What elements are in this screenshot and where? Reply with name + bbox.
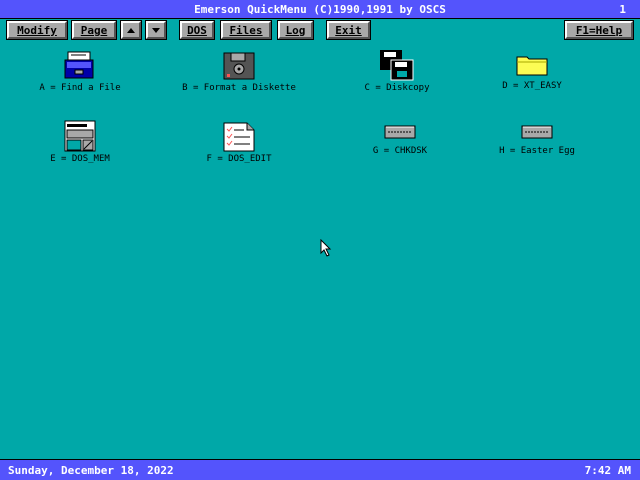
page-button[interactable]: Page [71, 20, 117, 40]
app-title: Emerson QuickMenu (C)1990,1991 by OSCS [194, 2, 446, 16]
folder-icon [516, 56, 548, 76]
menu-item-format-diskette[interactable]: B = Format a Diskette [178, 50, 300, 96]
menu-item-diskcopy[interactable]: C = Diskcopy [352, 48, 442, 96]
disk-drive-icon [521, 125, 553, 139]
menu-item-label: E = DOS_MEM [50, 154, 110, 164]
menu-item-xt-easy[interactable]: D = XT_EASY [490, 54, 574, 94]
memory-chip-icon [64, 120, 96, 152]
menu-item-find-file[interactable]: A = Find a File [39, 50, 121, 96]
menu-item-easter-egg[interactable]: H = Easter Egg [492, 124, 582, 160]
status-date: Sunday, December 18, 2022 [8, 464, 174, 477]
menu-item-label: H = Easter Egg [499, 146, 575, 156]
floppy-disk-icon [223, 52, 255, 80]
menu-item-label: B = Format a Diskette [182, 83, 296, 93]
menu-item-dos-edit[interactable]: F = DOS_EDIT [196, 120, 282, 166]
diskcopy-icon [380, 50, 414, 81]
card-file-box-icon [64, 51, 94, 79]
arrow-up-icon [127, 27, 135, 33]
files-button[interactable]: Files [220, 20, 272, 40]
dos-button[interactable]: DOS [179, 20, 215, 40]
arrow-down-icon [152, 27, 160, 33]
menu-item-label: F = DOS_EDIT [206, 154, 272, 164]
menu-item-label: C = Diskcopy [364, 83, 430, 93]
disk-drive-icon [384, 125, 416, 139]
page-up-button[interactable] [120, 20, 142, 40]
menu-item-label: G = CHKDSK [372, 146, 428, 156]
title-bar: Emerson QuickMenu (C)1990,1991 by OSCS 1 [0, 0, 640, 19]
modify-button[interactable]: Modify [6, 20, 68, 40]
status-time: 7:42 AM [584, 464, 631, 477]
menu-item-label: A = Find a File [39, 83, 121, 93]
page-down-button[interactable] [145, 20, 167, 40]
exit-button[interactable]: Exit [326, 20, 371, 40]
toolbar: Modify Page DOS Files Log Exit F1=Help [0, 19, 640, 41]
document-checklist-icon [223, 122, 255, 152]
menu-item-label: D = XT_EASY [502, 81, 562, 91]
log-button[interactable]: Log [277, 20, 314, 40]
status-bar: Sunday, December 18, 2022 7:42 AM [0, 459, 640, 480]
menu-item-dos-mem[interactable]: E = DOS_MEM [40, 120, 120, 166]
menu-item-chkdsk[interactable]: G = CHKDSK [362, 124, 438, 160]
help-button[interactable]: F1=Help [564, 20, 634, 40]
page-number: 1 [619, 3, 626, 16]
mouse-pointer-icon [320, 239, 332, 257]
